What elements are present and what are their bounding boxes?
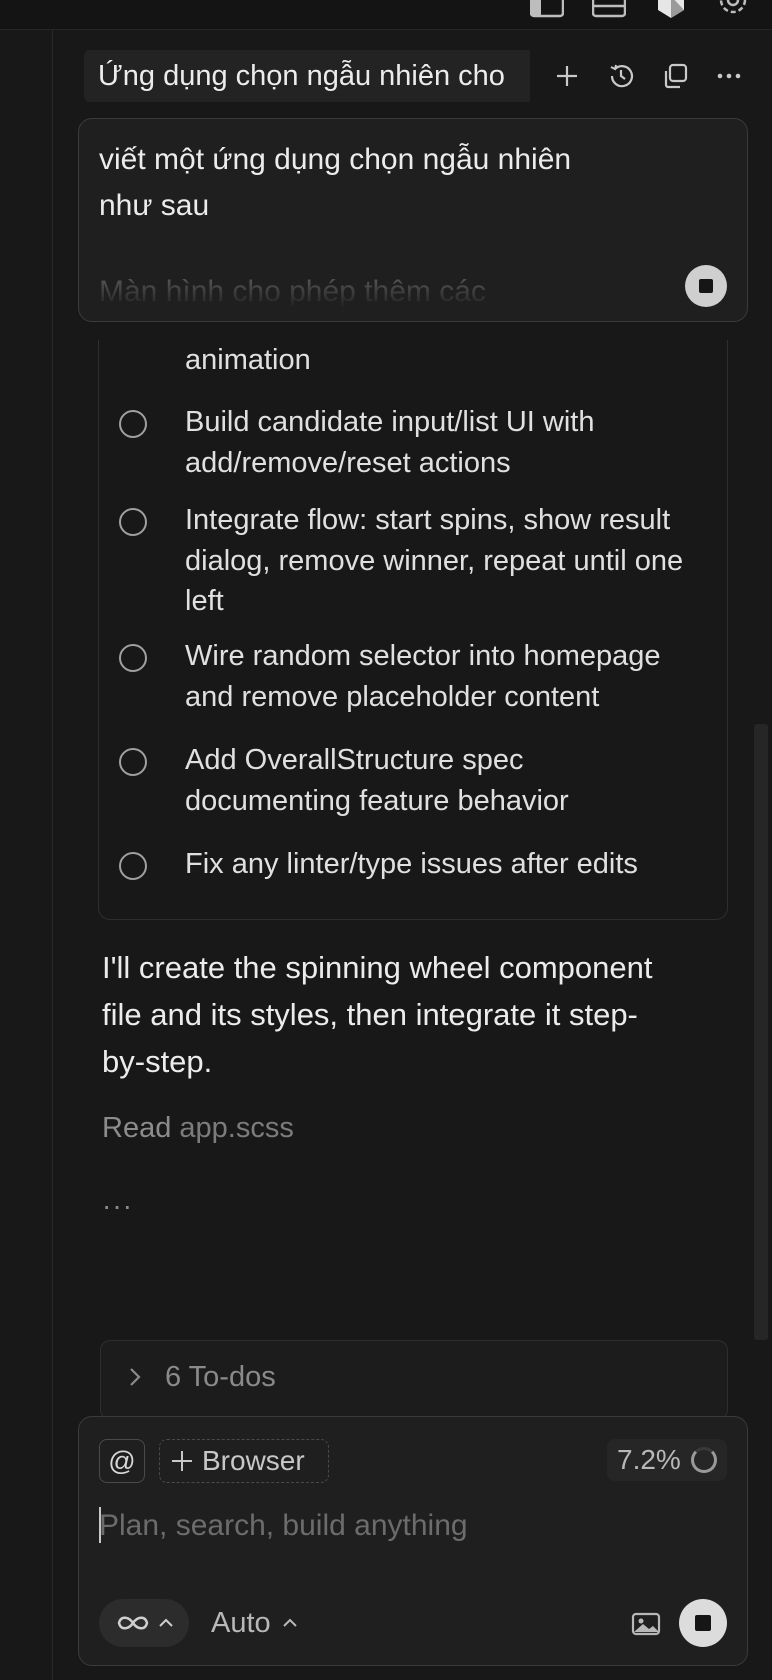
chat-input[interactable] [99, 1503, 719, 1549]
prompt-stop-button[interactable] [685, 265, 727, 307]
top-toolbar-icons [529, 0, 750, 18]
prompt-faded-text: Màn hình cho phép thêm các [99, 275, 486, 308]
add-browser-button[interactable]: Browser [159, 1439, 329, 1483]
todos-summary-label: 6 To-dos [165, 1361, 276, 1393]
todo-item-partial: animation [119, 340, 709, 381]
todo-item[interactable]: Add OverallStructure spec documenting fe… [119, 740, 709, 821]
stop-square-icon [695, 1615, 711, 1631]
read-file-name[interactable]: app.scss [179, 1112, 293, 1144]
todo-status-circle-icon [119, 644, 147, 672]
todos-summary-toggle[interactable]: 6 To-dos [100, 1340, 728, 1420]
image-attach-icon[interactable] [629, 1607, 663, 1641]
todo-status-circle-icon [119, 852, 147, 880]
context-ring-icon [690, 1447, 717, 1473]
chat-tab-bar: Ứng dụng chọn ngẫu nhiên cho [84, 50, 764, 102]
toggle-panel-icon[interactable] [591, 0, 627, 18]
settings-gear-icon[interactable] [716, 0, 750, 18]
todo-item[interactable]: Build candidate input/list UI with add/r… [119, 402, 709, 483]
prompt-text: viết một ứng dụng chọn ngẫu nhiên như sa… [99, 137, 659, 229]
browser-label: Browser [202, 1445, 305, 1476]
prompt-line-1: viết một ứng dụng chọn ngẫu nhiên [99, 143, 572, 176]
chevron-up-icon [159, 1618, 173, 1627]
toggle-sidebar-icon[interactable] [529, 0, 565, 18]
todo-item[interactable]: Wire random selector into homepage and r… [119, 636, 709, 717]
scrollbar-thumb[interactable] [754, 724, 768, 1340]
mention-button[interactable]: @ [99, 1439, 145, 1483]
todo-status-circle-icon [119, 748, 147, 776]
context-usage[interactable]: 7.2% [607, 1439, 727, 1481]
chevron-up-icon [282, 1618, 297, 1627]
stop-generation-button[interactable] [679, 1599, 727, 1647]
plus-icon [172, 1451, 192, 1471]
chat-composer: @ Browser 7.2% Auto [78, 1416, 748, 1666]
model-label: Auto [211, 1606, 271, 1639]
todo-text: Add OverallStructure spec documenting fe… [185, 744, 569, 817]
todo-text: animation [185, 344, 311, 376]
agent-mode-selector[interactable] [99, 1599, 189, 1647]
infinity-icon [117, 1616, 149, 1630]
user-prompt-bubble[interactable]: viết một ứng dụng chọn ngẫu nhiên như sa… [78, 118, 748, 322]
todo-text: Build candidate input/list UI with add/r… [185, 406, 595, 479]
stop-square-icon [699, 279, 713, 293]
assistant-message: I'll create the spinning wheel component… [102, 950, 653, 1079]
duplicate-icon[interactable] [658, 59, 692, 93]
todo-text: Integrate flow: start spins, show result… [185, 504, 684, 617]
tab-actions [550, 59, 746, 93]
plus-icon[interactable] [550, 59, 584, 93]
prompt-line-2: như sau [99, 189, 210, 222]
todo-status-circle-icon [119, 508, 147, 536]
history-icon[interactable] [604, 59, 638, 93]
chat-panel: Ứng dụng chọn ngẫu nhiên cho viết một ứn… [0, 0, 772, 1680]
model-selector[interactable]: Auto [211, 1599, 299, 1647]
cursor-logo-icon[interactable] [654, 0, 688, 18]
todo-item[interactable]: Integrate flow: start spins, show result… [119, 500, 709, 622]
loading-ellipsis: ··· [102, 1190, 133, 1221]
read-label: Read [102, 1112, 172, 1144]
todo-item[interactable]: Fix any linter/type issues after edits [119, 844, 709, 885]
todo-text: Fix any linter/type issues after edits [185, 848, 638, 880]
tool-call-read[interactable]: Read app.scss [102, 1112, 294, 1145]
todo-list-card: animation Build candidate input/list UI … [98, 340, 728, 920]
chevron-right-icon [125, 1361, 147, 1398]
todo-text: Wire random selector into homepage and r… [185, 640, 661, 713]
chat-tab-title[interactable]: Ứng dụng chọn ngẫu nhiên cho [84, 50, 530, 102]
todo-status-circle-icon [119, 410, 147, 438]
editor-divider [52, 30, 53, 1680]
context-percent: 7.2% [617, 1444, 681, 1475]
top-toolbar [0, 0, 772, 30]
more-icon[interactable] [712, 59, 746, 93]
